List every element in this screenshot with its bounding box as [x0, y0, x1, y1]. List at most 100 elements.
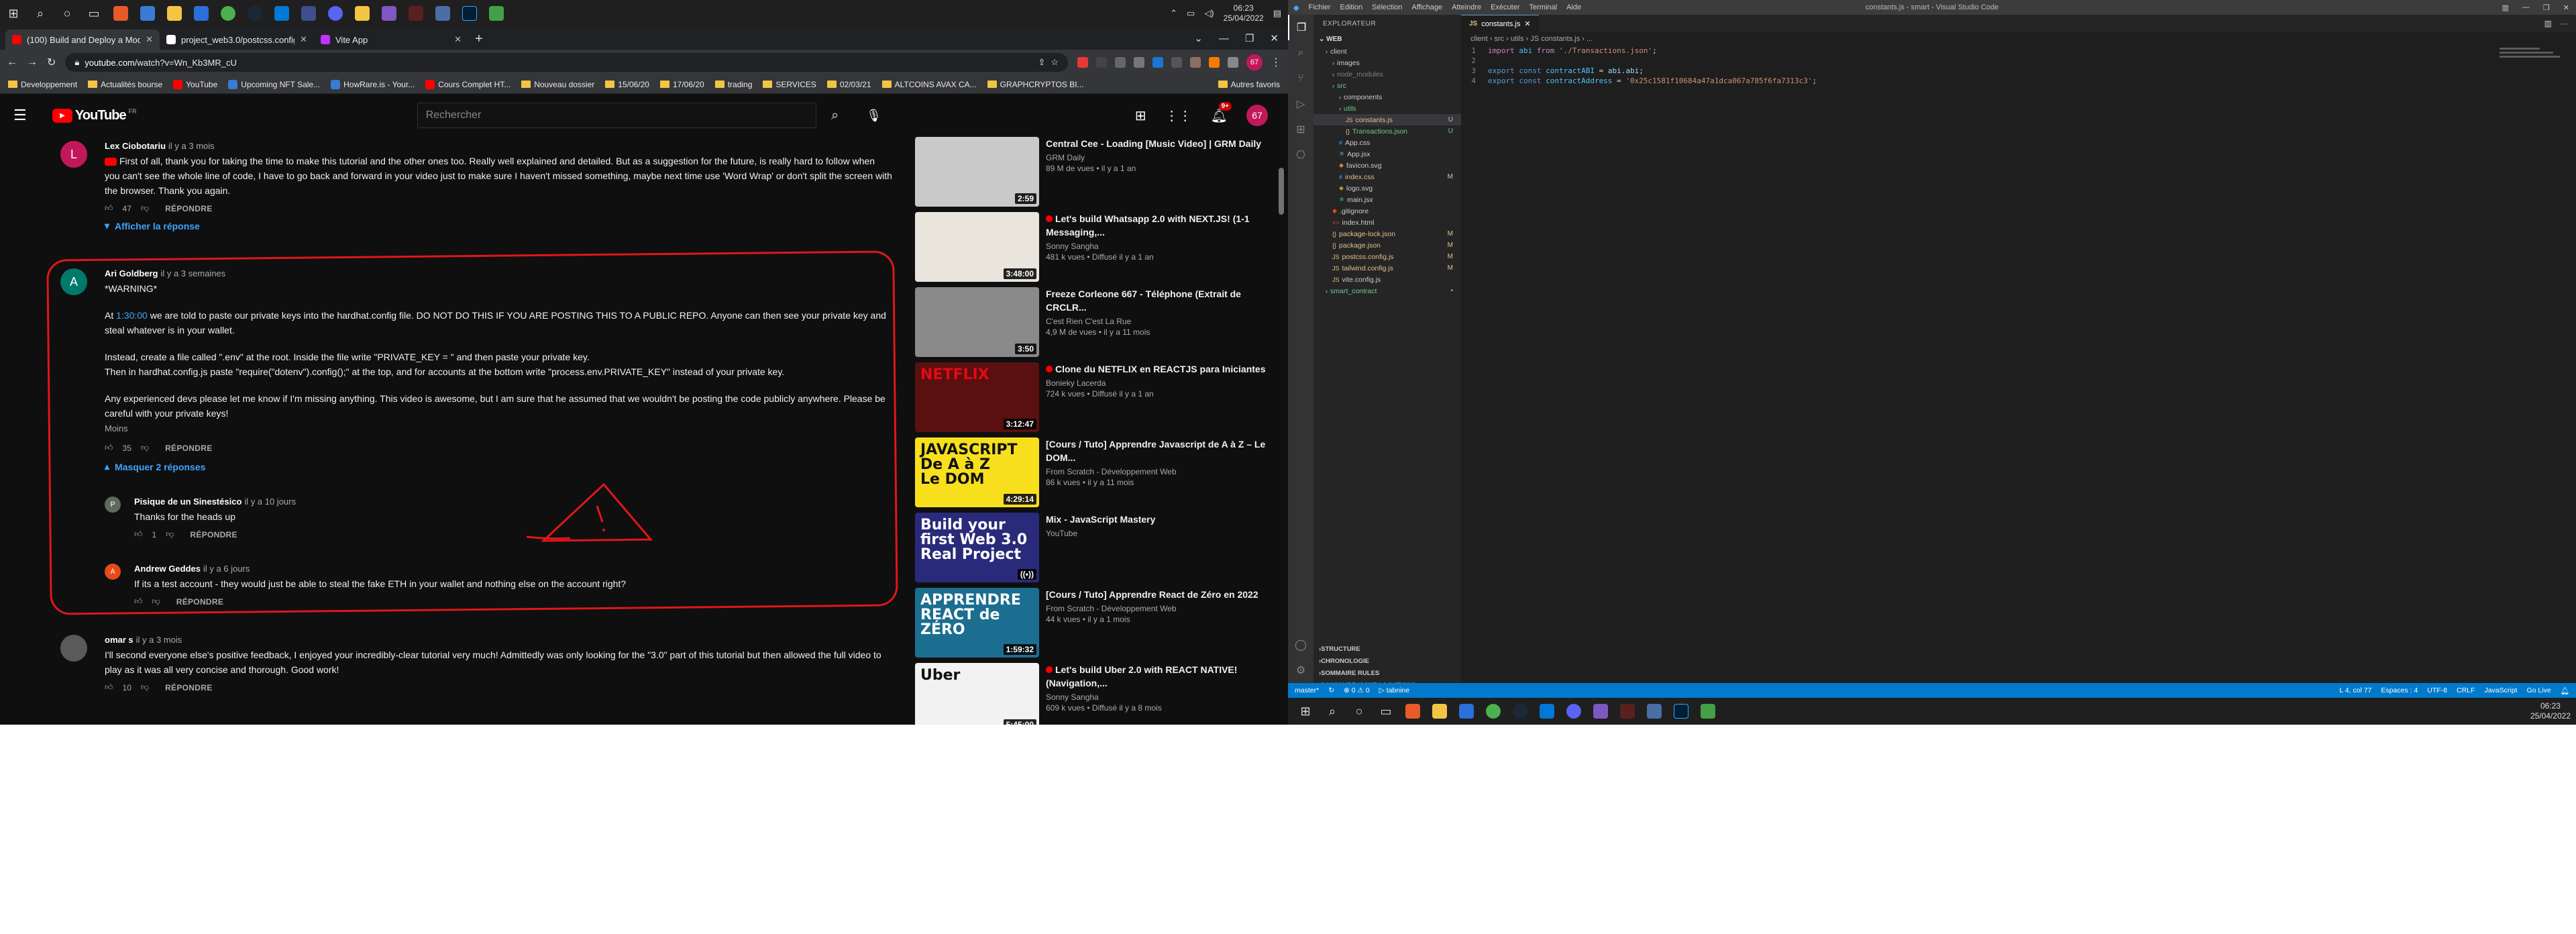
notifications-bell-icon[interactable]: 🔔︎ 9+: [1211, 101, 1232, 124]
reply-time[interactable]: il y a 6 jours: [203, 564, 250, 574]
app-icon[interactable]: [1399, 698, 1426, 725]
go-live-button[interactable]: Go Live: [2526, 686, 2551, 695]
video-thumbnail[interactable]: APPRENDRE REACT de ZÉRO 1:59:32: [915, 588, 1039, 658]
file-item[interactable]: <> index.html: [1313, 217, 1461, 228]
file-item[interactable]: # index.css M: [1313, 171, 1461, 183]
video-thumbnail[interactable]: 3:48:00: [915, 212, 1039, 282]
menu-item[interactable]: Fichier: [1308, 3, 1330, 11]
network-icon[interactable]: ▭: [1187, 8, 1195, 19]
search-icon[interactable]: ⌕: [1319, 698, 1346, 725]
reply-button[interactable]: RÉPONDRE: [165, 683, 212, 692]
explorer-icon[interactable]: [1426, 698, 1453, 725]
like-icon[interactable]: 👍︎: [105, 443, 113, 453]
layout-icon[interactable]: ▥: [2502, 3, 2509, 12]
video-thumbnail[interactable]: JAVASCRIPT De A à Z Le DOM 4:29:14: [915, 437, 1039, 507]
menu-item[interactable]: Edition: [1340, 3, 1362, 11]
discord-icon[interactable]: [322, 0, 349, 27]
file-item[interactable]: JS constants.js U: [1313, 114, 1461, 125]
minimize-icon[interactable]: —: [1219, 33, 1229, 44]
video-channel[interactable]: Sonny Sangha: [1046, 242, 1277, 251]
search-button[interactable]: ⌕: [816, 103, 854, 128]
video-title[interactable]: [Cours / Tuto] Apprendre Javascript de A…: [1046, 437, 1277, 464]
app-icon[interactable]: [1587, 698, 1614, 725]
lock-icon[interactable]: 🔒︎: [74, 57, 79, 68]
extension-icon[interactable]: [1190, 57, 1201, 68]
comment-author[interactable]: omar s: [105, 635, 133, 645]
code-line[interactable]: 1 import abi from './Transactions.json';: [1461, 46, 2400, 56]
code-line[interactable]: 2: [1461, 56, 2400, 66]
video-thumbnail[interactable]: Uber 5:45:00: [915, 663, 1039, 725]
timestamp-link[interactable]: 1:30:00: [116, 310, 148, 321]
dislike-icon[interactable]: 👎︎: [141, 682, 149, 692]
file-item[interactable]: {} Transactions.json U: [1313, 125, 1461, 137]
cortana-icon[interactable]: ○: [54, 0, 80, 27]
video-title[interactable]: Let's build Uber 2.0 with REACT NATIVE! …: [1046, 663, 1277, 690]
bookmark-item[interactable]: 02/03/21: [826, 80, 871, 89]
file-item[interactable]: ◈ favicon.svg: [1313, 160, 1461, 171]
browser-tab[interactable]: (100) Build and Deploy a Moder... ✕: [5, 30, 160, 50]
windows-start-icon[interactable]: ⊞: [1292, 698, 1319, 725]
avatar[interactable]: A: [105, 564, 121, 580]
back-icon[interactable]: ←: [7, 56, 17, 68]
reload-icon[interactable]: ↻: [47, 56, 56, 69]
avatar[interactable]: L: [60, 141, 87, 168]
app-icon[interactable]: [376, 0, 402, 27]
avatar[interactable]: A: [60, 268, 87, 295]
video-title[interactable]: Let's build Whatsapp 2.0 with NEXT.JS! (…: [1046, 212, 1277, 239]
explorer-icon[interactable]: [161, 0, 188, 27]
split-editor-icon[interactable]: ▥: [2544, 19, 2552, 28]
close-tab-icon[interactable]: ✕: [1524, 19, 1530, 28]
bookmark-other-folder[interactable]: Autres favoris: [1218, 80, 1280, 89]
comment-author[interactable]: Lex Ciobotariu: [105, 141, 166, 151]
like-icon[interactable]: 👍︎: [105, 682, 113, 692]
bookmark-item[interactable]: HowRare.is - Your...: [331, 79, 415, 89]
comment-time[interactable]: il y a 3 semaines: [160, 268, 225, 278]
extension-icon[interactable]: [1096, 57, 1107, 68]
extension-icon[interactable]: [1077, 57, 1088, 68]
app-icon[interactable]: [107, 0, 134, 27]
outline-section[interactable]: › SOMMAIRE RULES: [1313, 667, 1461, 679]
forward-icon[interactable]: →: [27, 56, 38, 68]
discord-icon[interactable]: [1560, 698, 1587, 725]
line-endings[interactable]: CRLF: [2457, 686, 2475, 695]
maximize-icon[interactable]: ❐: [2543, 3, 2550, 12]
outline-section[interactable]: › CHRONOLOGIE: [1313, 655, 1461, 667]
video-title[interactable]: Freeze Corleone 667 - Téléphone (Extrait…: [1046, 287, 1277, 314]
source-control-icon[interactable]: ⑂: [1288, 66, 1313, 91]
related-video-item[interactable]: NETFLIX 3:12:47 Clone du NETFLIX en REACTJ…: [915, 362, 1277, 432]
hamburger-menu-icon[interactable]: ☰: [13, 107, 40, 124]
breadcrumb[interactable]: client › src › utils › JS constants.js ›…: [1461, 32, 2576, 46]
file-item[interactable]: ⚛ App.jsx: [1313, 148, 1461, 160]
maximize-icon[interactable]: ❐: [1245, 32, 1254, 44]
dislike-icon[interactable]: 👎︎: [166, 529, 174, 539]
browser-tab[interactable]: project_web3.0/postcss.config.js ✕: [160, 30, 314, 50]
file-item[interactable]: {} package-lock.json M: [1313, 228, 1461, 240]
file-item[interactable]: ◆ .gitignore: [1313, 205, 1461, 217]
comment-author[interactable]: Ari Goldberg: [105, 268, 158, 278]
remote-icon[interactable]: ⎔: [1288, 142, 1313, 168]
close-tab-icon[interactable]: ✕: [146, 34, 153, 45]
bookmark-star-icon[interactable]: ☆: [1051, 57, 1059, 68]
related-video-item[interactable]: Uber 5:45:00 Let's build Uber 2.0 with REA…: [915, 663, 1277, 725]
task-view-icon[interactable]: ▭: [1373, 698, 1399, 725]
extension-icon[interactable]: [1209, 57, 1220, 68]
extension-icon[interactable]: [1134, 57, 1144, 68]
cortana-icon[interactable]: ○: [1346, 698, 1373, 725]
video-thumbnail[interactable]: Build your first Web 3.0 Real Project ((•…: [915, 513, 1039, 582]
search-icon[interactable]: ⌕: [1288, 40, 1313, 66]
tab-search-icon[interactable]: ⌄: [1194, 32, 1203, 44]
tabnine-indicator[interactable]: ▷ tabnine: [1379, 686, 1409, 694]
outline-section[interactable]: › STRUCTURE: [1313, 643, 1461, 655]
app-icon[interactable]: [295, 0, 322, 27]
extensions-icon[interactable]: ⊞: [1288, 117, 1313, 142]
menu-item[interactable]: Aide: [1566, 3, 1581, 11]
app-icon[interactable]: [349, 0, 376, 27]
hide-replies-button[interactable]: ▴ Masquer 2 réponses: [105, 461, 892, 472]
bookmark-item[interactable]: Actualités bourse: [88, 80, 162, 89]
folder-item[interactable]: › components: [1313, 91, 1461, 103]
bookmark-item[interactable]: ALTCOINS AVAX CA...: [881, 80, 977, 89]
volume-icon[interactable]: ◁): [1204, 8, 1214, 19]
minimap[interactable]: [2500, 46, 2567, 72]
bookmark-item[interactable]: Nouveau dossier: [521, 80, 594, 89]
mail-icon[interactable]: [188, 0, 215, 27]
